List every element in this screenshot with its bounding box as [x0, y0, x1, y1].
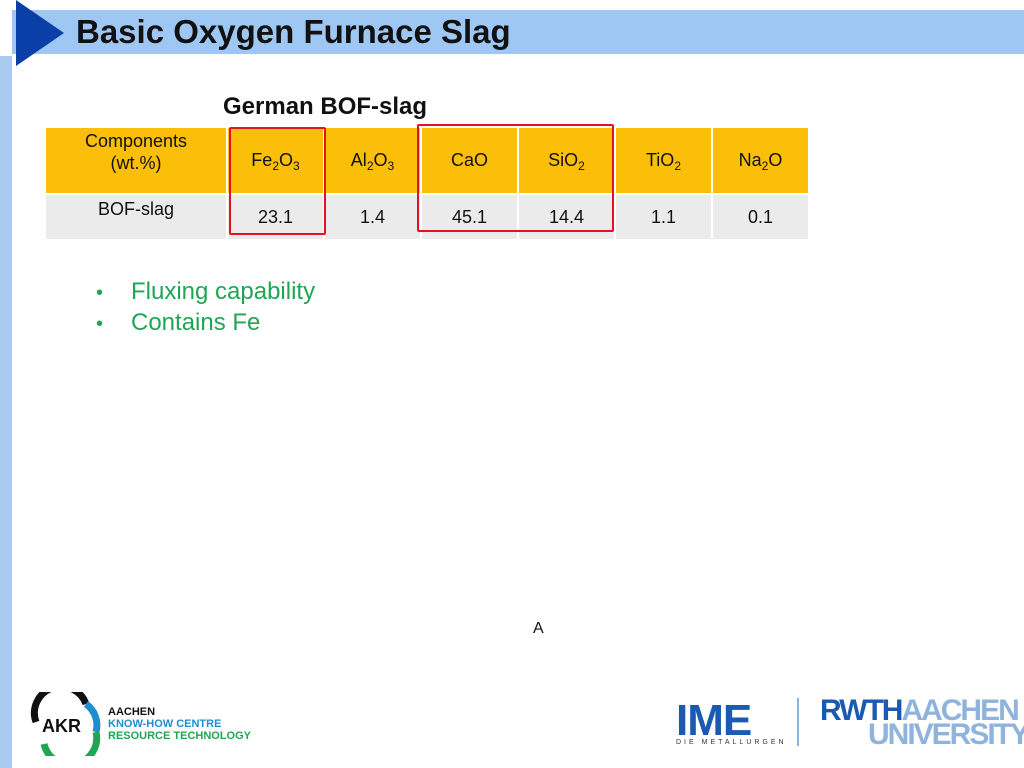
value-tio2: 1.1 [615, 193, 713, 239]
header-components-cell: Components (wt.%) [46, 128, 228, 194]
list-item: • Contains Fe [96, 309, 261, 336]
value-na2o: 0.1 [712, 193, 810, 239]
table-title: German BOF-slag [223, 93, 428, 120]
ime-subtitle: DIE METALLURGEN [676, 739, 787, 746]
header-components-label: Components [84, 131, 188, 151]
highlight-box-cao-sio2 [417, 124, 614, 232]
bullet-list: • Fluxing capability • Contains Fe [96, 278, 315, 340]
title-arrow-icon [16, 0, 64, 66]
header-tio2: TiO2 [615, 128, 713, 194]
bullet-dot-icon: • [96, 282, 104, 304]
akr-text: AACHEN KNOW-HOW CENTRE RESOURCE TECHNOLO… [108, 706, 252, 742]
left-accent-bar [0, 56, 12, 768]
value-al2o3: 1.4 [324, 193, 422, 239]
row-label: BOF-slag [46, 193, 228, 239]
university-text: UNIVERSITY [868, 718, 1024, 751]
logo-divider [797, 698, 799, 746]
list-item: • Fluxing capability [96, 278, 316, 305]
akr-letters: AKR [42, 716, 81, 736]
header-unit-label: (wt.%) [110, 153, 162, 173]
header-na2o: Na2O [712, 128, 810, 194]
header-al2o3: Al2O3 [324, 128, 422, 194]
slide-title: Basic Oxygen Furnace Slag [76, 13, 511, 50]
stray-mark: A [533, 620, 544, 637]
bullet-dot-icon: • [96, 313, 104, 335]
highlight-box-fe2o3 [229, 127, 326, 235]
